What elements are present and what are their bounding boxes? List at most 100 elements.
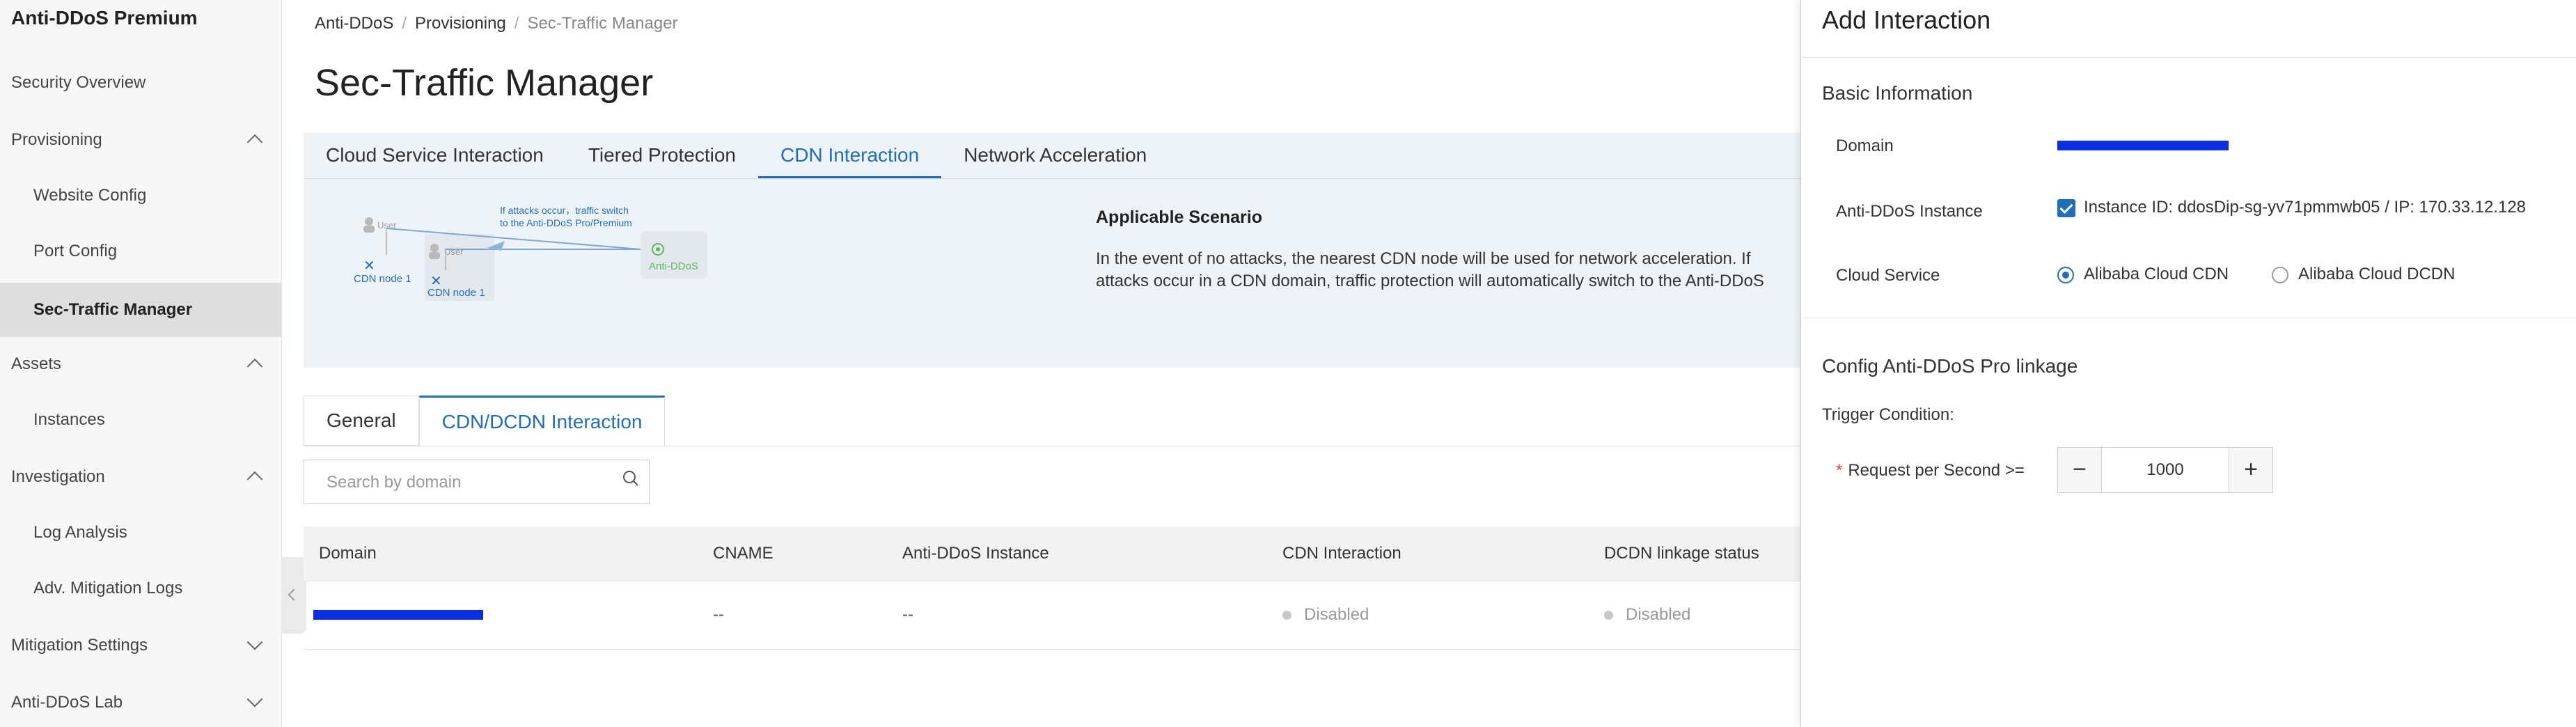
status-dot-icon <box>1604 611 1613 620</box>
chevron-up-icon <box>246 358 263 375</box>
sidebar-item-label: Assets <box>11 354 62 373</box>
diagram-user-label: User <box>377 220 397 230</box>
breadcrumb-current: Sec-Traffic Manager <box>527 14 678 33</box>
breadcrumb: Anti-DDoS / Provisioning / Sec-Traffic Manag… <box>315 14 678 33</box>
rps-value-input[interactable]: 1000 <box>2101 448 2229 492</box>
sidebar-item-security-overview[interactable]: Security Overview <box>0 58 281 107</box>
column-header-dcdn-status: DCDN linkage status <box>1604 544 1759 563</box>
radio-alibaba-cloud-cdn[interactable]: Alibaba Cloud CDN <box>2057 265 2229 284</box>
chevron-left-icon <box>288 588 300 601</box>
column-header-instance: Anti-DDoS Instance <box>902 544 1049 563</box>
redacted-domain-field[interactable] <box>2057 141 2229 150</box>
drawer-title: Add Interaction <box>1822 6 1991 34</box>
tab-bar: Cloud Service Interaction Tiered Protect… <box>304 132 1169 178</box>
tab-general[interactable]: General <box>304 396 419 446</box>
search-input[interactable] <box>325 460 606 505</box>
breadcrumb-anti-ddos[interactable]: Anti-DDoS <box>315 14 393 33</box>
table-row: -- -- Disabled Disabled <box>304 581 1800 650</box>
sidebar-item-label: Mitigation Settings <box>11 636 148 655</box>
column-header-cname: CNAME <box>713 544 773 563</box>
scenario-title: Applicable Scenario <box>1096 208 1262 227</box>
sidebar-item-website-config[interactable]: Website Config <box>0 171 281 220</box>
scenario-diagram: ✕ ✕ User User If attacks occur，traffic s… <box>348 201 717 305</box>
scenario-description: In the event of no attacks, the nearest … <box>1096 249 1764 290</box>
radio-label: Alibaba Cloud DCDN <box>2298 265 2456 283</box>
radio-unselected-icon[interactable] <box>2272 266 2288 283</box>
sidebar-item-adv-mitigation-logs[interactable]: Adv. Mitigation Logs <box>0 564 281 613</box>
sidebar-item-label: Sec-Traffic Manager <box>33 300 193 319</box>
increment-button[interactable]: + <box>2229 448 2272 492</box>
subtab-bar: General CDN/DCDN Interaction <box>304 396 666 446</box>
status-text: Disabled <box>1304 605 1369 624</box>
search-icon[interactable] <box>622 470 639 487</box>
sidebar-item-provisioning[interactable]: Provisioning <box>0 116 281 164</box>
tab-cloud-service-interaction[interactable]: Cloud Service Interaction <box>304 132 566 178</box>
sidebar-item-sec-traffic-manager[interactable]: Sec-Traffic Manager <box>0 283 281 337</box>
sidebar-item-label: Investigation <box>11 467 105 486</box>
diagram-cdn-node: CDN node 1 <box>427 287 485 299</box>
diagram-cdn-node: CDN node 1 <box>354 273 411 285</box>
rps-stepper: − 1000 + <box>2057 447 2273 493</box>
cell-instance: -- <box>902 605 913 624</box>
decrement-button[interactable]: − <box>2058 448 2101 492</box>
sidebar-item-anti-ddos-lab[interactable]: Anti-DDoS Lab <box>0 678 281 727</box>
add-interaction-drawer: Add Interaction Basic Information Domain… <box>1800 0 2576 727</box>
sidebar-item-label: Log Analysis <box>33 523 127 542</box>
status-text: Disabled <box>1626 605 1691 624</box>
tab-cdn-interaction[interactable]: CDN Interaction <box>758 132 942 178</box>
diagram-anti-ddos-label: Anti-DDoS <box>649 260 698 272</box>
instance-label: Anti-DDoS Instance <box>1836 202 1983 221</box>
sidebar-collapse-handle[interactable] <box>281 557 306 634</box>
sidebar-item-label: Anti-DDoS Lab <box>11 693 123 712</box>
chevron-up-icon <box>246 471 263 487</box>
required-mark: * <box>1836 461 1843 480</box>
cell-cname: -- <box>713 605 724 624</box>
sidebar-item-log-analysis[interactable]: Log Analysis <box>0 508 281 557</box>
sidebar: Anti-DDoS Premium Security Overview Prov… <box>0 0 282 727</box>
sidebar-item-label: Instances <box>33 410 105 429</box>
chevron-down-icon <box>246 691 263 708</box>
sidebar-item-assets[interactable]: Assets <box>0 340 281 389</box>
cell-dcdn-status: Disabled <box>1604 581 1690 649</box>
sidebar-item-label: Provisioning <box>11 130 102 149</box>
search-box <box>304 460 650 505</box>
diagram-user-label: User <box>444 247 464 257</box>
basic-information-title: Basic Information <box>1822 82 1973 104</box>
config-linkage-title: Config Anti-DDoS Pro linkage <box>1822 355 2078 377</box>
rps-label-text: Request per Second >= <box>1848 461 2025 480</box>
instance-checkbox-option[interactable]: Instance ID: ddosDip-sg-yv71pmmwb05 / IP… <box>2057 198 2526 217</box>
product-title: Anti-DDoS Premium <box>11 7 198 29</box>
trigger-condition-label: Trigger Condition: <box>1822 405 1954 424</box>
tab-divider <box>304 178 1800 179</box>
breadcrumb-provisioning[interactable]: Provisioning <box>415 14 506 33</box>
domain-label: Domain <box>1836 136 1894 155</box>
cloud-service-label: Cloud Service <box>1836 266 1940 285</box>
tab-tiered-protection[interactable]: Tiered Protection <box>566 132 758 178</box>
redacted-domain <box>313 610 483 620</box>
sidebar-item-mitigation-settings[interactable]: Mitigation Settings <box>0 621 281 670</box>
sidebar-item-label: Port Config <box>33 242 118 260</box>
rps-label: * Request per Second >= <box>1836 461 2025 480</box>
breadcrumb-separator: / <box>514 14 519 33</box>
radio-label: Alibaba Cloud CDN <box>2084 265 2229 283</box>
column-header-cdn-interaction: CDN Interaction <box>1282 544 1401 563</box>
sidebar-item-instances[interactable]: Instances <box>0 396 281 444</box>
chevron-down-icon <box>246 634 263 650</box>
diagram-attack-note: If attacks occur，traffic switch <box>500 205 629 216</box>
diagram-attack-note: to the Anti-DDoS Pro/Premium <box>500 217 632 228</box>
instance-value: Instance ID: ddosDip-sg-yv71pmmwb05 / IP… <box>2084 198 2527 217</box>
status-dot-icon <box>1282 611 1291 620</box>
radio-alibaba-cloud-dcdn[interactable]: Alibaba Cloud DCDN <box>2272 265 2455 284</box>
sidebar-item-label: Website Config <box>33 186 147 205</box>
sidebar-item-port-config[interactable]: Port Config <box>0 227 281 276</box>
tab-network-acceleration[interactable]: Network Acceleration <box>941 132 1169 178</box>
checkbox-checked-icon[interactable] <box>2057 198 2075 217</box>
cell-cdn-interaction: Disabled <box>1282 581 1369 649</box>
breadcrumb-separator: / <box>402 14 407 33</box>
radio-selected-icon[interactable] <box>2057 266 2074 283</box>
page-title: Sec-Traffic Manager <box>315 62 654 104</box>
sidebar-item-investigation[interactable]: Investigation <box>0 453 281 501</box>
sidebar-item-label: Adv. Mitigation Logs <box>33 579 183 597</box>
sidebar-item-label: Security Overview <box>11 73 146 92</box>
tab-cdn-dcdn-interaction[interactable]: CDN/DCDN Interaction <box>418 396 666 446</box>
